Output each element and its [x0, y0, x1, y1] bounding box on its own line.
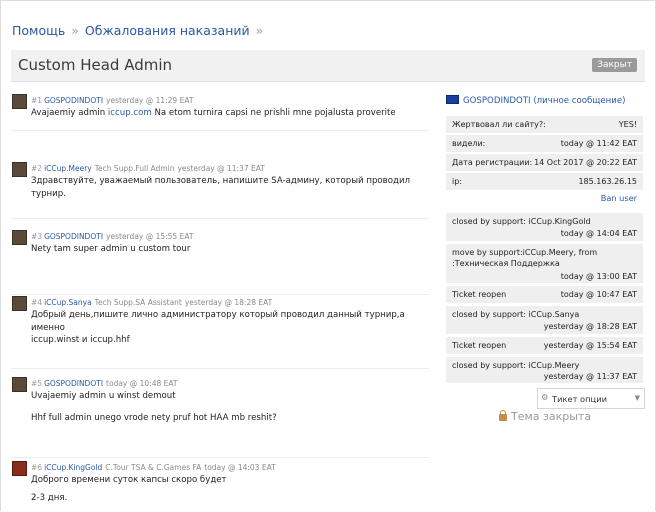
log-entry: Ticket reopen yesterday @ 15:54 EAT	[446, 337, 643, 354]
info-row: Дата регистрации: 14 Oct 2017 @ 20:22 EAT	[446, 154, 643, 171]
post-body: Avajaemiy admin iccup.com Na etom turnir…	[31, 108, 396, 118]
log-entry: Ticket reopen today @ 10:47 EAT	[446, 286, 643, 303]
gear-icon: ⚙	[541, 392, 549, 402]
post-author[interactable]: iCCup.KingGold	[44, 463, 102, 472]
post-body: Доброго времени суток капсы скоро будет 2…	[31, 475, 227, 503]
post-body: Nety tam super admin u custom tour	[31, 244, 191, 254]
post: #6 iCCup.KingGold C.Tour TSA & C.Games FA t…	[11, 457, 429, 512]
info-row: ip: 185.163.26.15	[446, 173, 643, 190]
post-role: Tech Supp.SA Assistant	[94, 298, 182, 307]
topic-closed-label: Тема закрыта	[499, 410, 591, 423]
post-time: yesterday @ 18:28 EAT	[184, 298, 273, 307]
avatar[interactable]	[12, 377, 27, 392]
post-author[interactable]: iCCup.Sanya	[44, 298, 92, 307]
info-row: Жертвовал ли сайту?: YES!	[446, 116, 643, 133]
ticket-options-select[interactable]: ⚙ Тикет опции ▼	[537, 388, 645, 409]
post: #4 iCCup.Sanya Tech Supp.SA Assistant yeste…	[11, 292, 429, 369]
post-number: #2	[31, 164, 43, 173]
ticket-header: Custom Head Admin Закрыт	[11, 50, 645, 82]
breadcrumb: Помощь » Обжалования наказаний »	[12, 23, 269, 38]
log-entry: closed by support: iCCup.KingGold today @…	[446, 213, 643, 241]
page-title: Custom Head Admin	[18, 56, 173, 74]
avatar[interactable]	[12, 230, 27, 245]
post-role: C.Tour TSA & C.Games FA	[105, 463, 202, 472]
post-body: Uvajaemiy admin u winst demout Hhf full a…	[31, 391, 277, 423]
post-time: today @ 14:03 EAT	[204, 463, 276, 472]
post-role: Tech Supp.Full Admin	[94, 164, 175, 173]
post-number: #5	[31, 379, 43, 388]
post-author[interactable]: GOSPODINDOTI	[44, 96, 103, 105]
post-time: yesterday @ 15:55 EAT	[106, 232, 194, 241]
post-number: #1	[31, 96, 43, 105]
post-number: #3	[31, 232, 43, 241]
avatar[interactable]	[12, 461, 27, 476]
post-number: #6	[31, 463, 43, 472]
info-row: видели: today @ 11:42 EAT	[446, 135, 643, 152]
breadcrumb-help[interactable]: Помощь	[12, 23, 65, 38]
avatar[interactable]	[12, 94, 27, 109]
post-time: yesterday @ 11:29 EAT	[106, 96, 194, 105]
post-author[interactable]: GOSPODINDOTI	[44, 232, 103, 241]
post-body: Здравствуйте, уважаемый пользователь, на…	[31, 176, 411, 199]
status-badge: Закрыт	[592, 58, 637, 72]
post-time: today @ 10:48 EAT	[106, 379, 178, 388]
private-message-link[interactable]: (личное сообщение)	[533, 96, 625, 106]
pm-line: GOSPODINDOTI (личное сообщение)	[446, 95, 625, 106]
avatar[interactable]	[12, 162, 27, 177]
post: #3 GOSPODINDOTI yesterday @ 15:55 EAT Nety…	[11, 226, 429, 295]
post-author[interactable]: iCCup.Meery	[44, 164, 92, 173]
post-number: #4	[31, 298, 43, 307]
post-body: Добрый день,пишите лично администратору …	[31, 310, 405, 345]
sidebar-username[interactable]: GOSPODINDOTI	[463, 96, 531, 106]
chevron-down-icon: ▼	[634, 394, 640, 402]
post-link[interactable]: iccup.com	[108, 108, 152, 118]
post: #1 GOSPODINDOTI yesterday @ 11:29 EAT Avaj…	[11, 90, 429, 131]
breadcrumb-appeals[interactable]: Обжалования наказаний	[85, 23, 250, 38]
breadcrumb-separator: »	[255, 23, 264, 38]
post-author[interactable]: GOSPODINDOTI	[44, 379, 103, 388]
lock-icon	[499, 410, 507, 421]
log-entry: closed by support: iCCup.Sanya yesterday …	[446, 306, 643, 334]
eu-flag-icon	[446, 95, 459, 104]
breadcrumb-separator: »	[71, 23, 79, 38]
log-entry: closed by support: iCCup.Meery yesterday …	[446, 357, 643, 383]
avatar[interactable]	[12, 296, 27, 311]
post-time: yesterday @ 11:37 EAT	[177, 164, 265, 173]
ban-user-link[interactable]: Ban user	[601, 193, 637, 203]
log-entry: move by support:iCCup.Meery, from:Технич…	[446, 244, 643, 283]
post: #2 iCCup.Meery Tech Supp.Full Admin yesterd…	[11, 158, 429, 219]
post: #5 GOSPODINDOTI today @ 10:48 EAT Uvajaemi…	[11, 373, 429, 458]
